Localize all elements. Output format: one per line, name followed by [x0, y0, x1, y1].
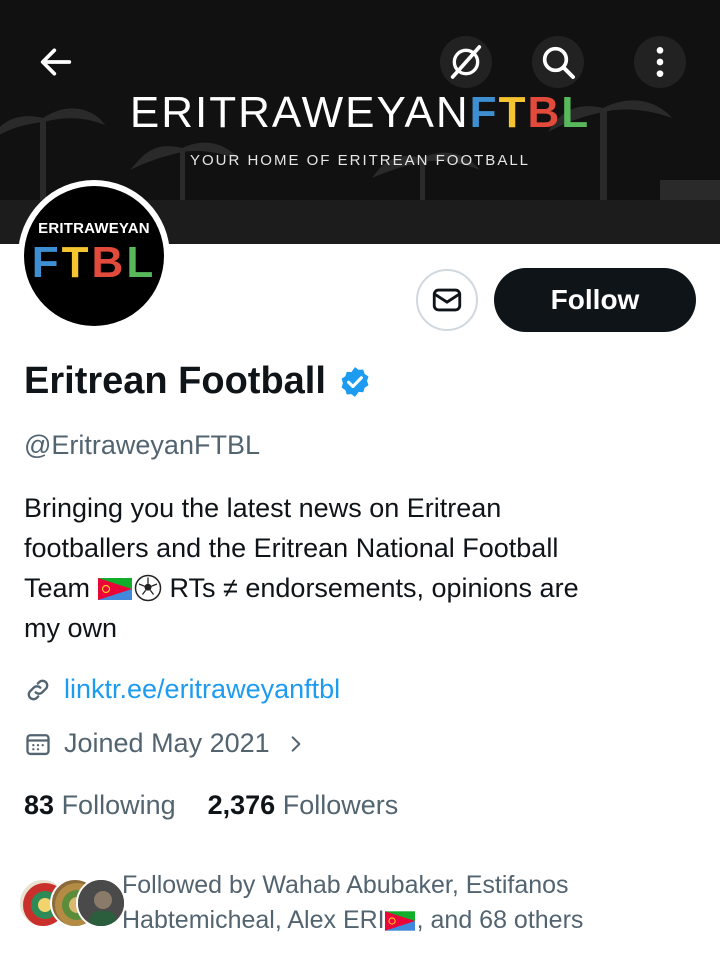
- arrow-left-icon: [40, 48, 72, 76]
- profile-link-row[interactable]: linktr.ee/eritraweyanftbl: [24, 674, 340, 705]
- profile-avatar[interactable]: ERITRAWEYAN FTBL: [18, 180, 170, 332]
- more-vertical-icon: [656, 47, 664, 77]
- banner-tagline: YOUR HOME OF ERITREAN FOOTBALL: [189, 152, 531, 169]
- bio-text: Team: [24, 573, 91, 603]
- followed-by-text: Followed by Wahab Abubaker, Estifanos Ha…: [122, 868, 622, 938]
- eritrea-flag-icon: [384, 911, 415, 931]
- following-stat[interactable]: 83 Following: [24, 790, 176, 821]
- back-button[interactable]: [30, 36, 82, 88]
- banner-title: ERITRAWEYANFTBL: [0, 88, 720, 138]
- more-options-button[interactable]: [634, 36, 686, 88]
- avatar-logo-ftbl: FTBL: [24, 238, 164, 288]
- banner-title-t: T: [498, 88, 528, 137]
- banner-title-main: ERITRAWEYAN: [129, 88, 470, 137]
- bio-line: my own: [24, 613, 118, 643]
- search-button[interactable]: [532, 36, 584, 88]
- avatar-letter-l: L: [126, 238, 157, 287]
- grok-button[interactable]: [440, 36, 492, 88]
- avatar-logo: ERITRAWEYAN FTBL: [24, 186, 164, 326]
- avatar-logo-text: ERITRAWEYAN: [38, 220, 150, 237]
- followed-by-names: Habtemicheal, Alex ERI: [122, 906, 385, 934]
- follow-stats: 83 Following 2,376 Followers: [24, 790, 430, 821]
- message-button[interactable]: [416, 269, 478, 331]
- verified-badge-icon[interactable]: [338, 365, 372, 399]
- profile-handle: @EritraweyanFTBL: [24, 430, 260, 460]
- bio-text: RTs ≠ endorsements, opinions are: [169, 573, 579, 603]
- soccer-ball-icon: [134, 574, 161, 602]
- chevron-right-icon: [291, 735, 300, 752]
- avatar-letter-t: T: [61, 238, 92, 287]
- joined-row[interactable]: Joined May 2021: [24, 728, 306, 759]
- banner-title-l: L: [561, 88, 591, 137]
- search-icon: [542, 46, 575, 79]
- bio-line: footballers and the Eritrean National Fo…: [24, 533, 559, 563]
- display-name: Eritrean Football: [24, 360, 326, 402]
- avatar: [76, 878, 126, 928]
- profile-link[interactable]: linktr.ee/eritraweyanftbl: [64, 674, 340, 705]
- calendar-icon: [26, 733, 50, 755]
- follow-button[interactable]: Follow: [494, 268, 696, 332]
- joined-date: Joined May 2021: [64, 728, 270, 758]
- envelope-icon: [432, 288, 462, 312]
- link-icon: [27, 679, 49, 700]
- following-count: 83: [24, 790, 55, 820]
- followers-label: Followers: [282, 790, 399, 820]
- profile-name-row: Eritrean Football: [24, 360, 372, 403]
- followers-count: 2,376: [207, 790, 276, 820]
- grok-icon: [450, 45, 482, 79]
- bio-line: Bringing you the latest news on Eritrean: [24, 493, 502, 523]
- followed-by-line: Habtemicheal, Alex ERI , and 68 others: [122, 903, 622, 938]
- followed-by-line: Followed by Wahab Abubaker, Estifanos: [122, 871, 569, 899]
- banner-title-f: F: [469, 88, 499, 137]
- bio-line: Team RTs ≠ endorsements, opinions are: [24, 568, 694, 608]
- followers-avatars: [18, 878, 126, 938]
- mini-avatar-image: [78, 880, 124, 926]
- eritrea-flag-icon: [97, 578, 132, 600]
- followers-you-know[interactable]: Followed by Wahab Abubaker, Estifanos Ha…: [18, 868, 622, 938]
- following-label: Following: [61, 790, 176, 820]
- profile-bio: Bringing you the latest news on Eritrean…: [24, 488, 694, 648]
- followers-stat[interactable]: 2,376 Followers: [208, 790, 399, 821]
- followed-by-others: , and 68 others: [416, 906, 584, 934]
- avatar-letter-b: B: [91, 238, 127, 287]
- avatar-letter-f: F: [31, 238, 62, 287]
- banner-title-b: B: [527, 88, 562, 137]
